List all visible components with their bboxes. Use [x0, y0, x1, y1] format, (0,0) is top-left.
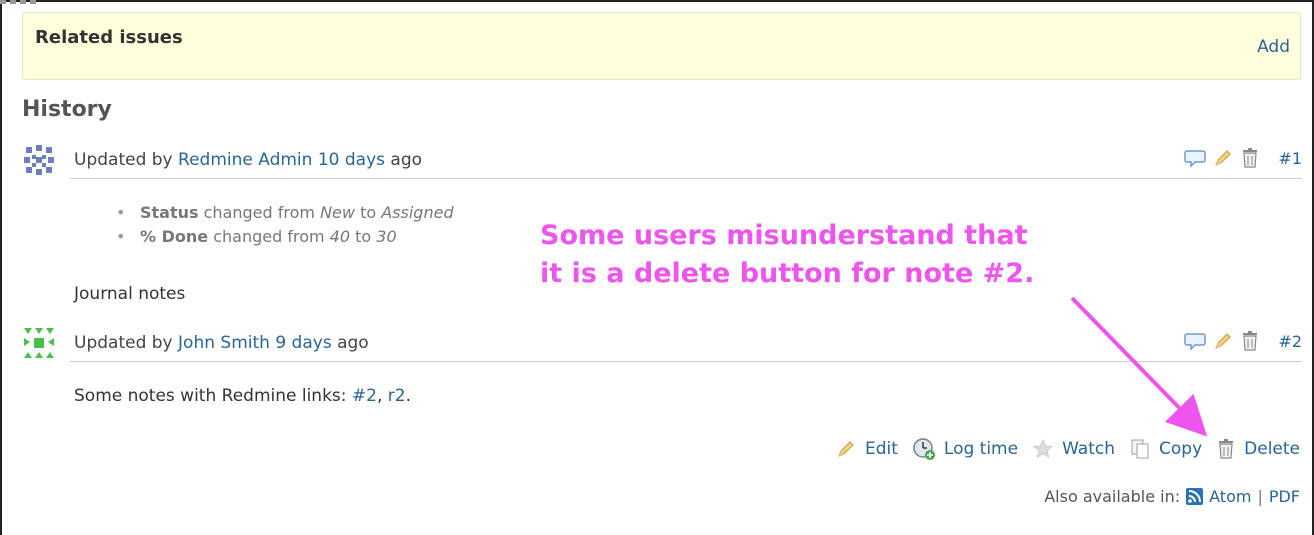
annotation-text: Some users misunderstand that it is a de…: [540, 217, 1034, 293]
annotation-line-2: it is a delete button for note #2.: [540, 258, 1035, 289]
detail-old-value: New: [320, 203, 355, 222]
journal-byline: Updated by Redmine Admin 10 days ago: [74, 150, 422, 170]
atom-link[interactable]: Atom: [1209, 487, 1251, 506]
detail-changed-from: changed from: [213, 227, 325, 246]
trash-icon[interactable]: [1240, 330, 1260, 352]
journal-details: • Status changed from New to Assigned • …: [116, 201, 454, 249]
trash-icon[interactable]: [1240, 147, 1260, 169]
add-related-link[interactable]: Add: [1257, 37, 1290, 57]
log-time-action[interactable]: Log time: [912, 437, 1018, 461]
copy-link[interactable]: Copy: [1159, 439, 1202, 459]
detail-new-value: Assigned: [381, 203, 454, 222]
detail-field: Status: [140, 203, 199, 222]
author-link[interactable]: John Smith: [178, 333, 270, 353]
author-link[interactable]: Redmine Admin: [178, 150, 312, 170]
avatar: [22, 326, 56, 360]
window-top-strip: [0, 0, 40, 4]
pdf-link[interactable]: PDF: [1269, 487, 1300, 506]
journal-notes-1: Journal notes: [74, 284, 186, 304]
detail-to: to: [360, 203, 377, 222]
clock-icon: [913, 438, 935, 460]
watch-link[interactable]: Watch: [1062, 439, 1115, 459]
trash-icon: [1219, 439, 1234, 459]
revision-link[interactable]: r2: [388, 386, 406, 406]
bullet: •: [116, 227, 126, 246]
detail-item: • % Done changed from 40 to 30: [116, 225, 454, 249]
issue-action-bar: Edit Log time Watch Copy Delete: [835, 437, 1300, 461]
time-link[interactable]: 10 days: [318, 150, 385, 170]
log-time-link[interactable]: Log time: [944, 439, 1018, 459]
journal-number-link[interactable]: #1: [1278, 149, 1302, 168]
feed-icon: [1186, 488, 1204, 505]
notes-text: Some notes with Redmine links:: [74, 386, 347, 406]
edit-action[interactable]: Edit: [835, 438, 898, 460]
avatar: [22, 143, 56, 177]
related-issues-box: Related issues Add: [22, 12, 1301, 80]
detail-changed-from: changed from: [203, 203, 315, 222]
other-formats: Also available in: Atom | PDF: [1044, 487, 1300, 506]
journal-notes-2: Some notes with Redmine links: #2, r2.: [74, 386, 411, 406]
detail-new-value: 30: [376, 227, 397, 246]
time-suffix: ago: [337, 333, 369, 353]
related-issues-title: Related issues: [35, 27, 183, 48]
updated-by-label: Updated by: [74, 150, 173, 170]
detail-to: to: [355, 227, 372, 246]
pencil-icon[interactable]: [1212, 330, 1234, 352]
journal-header-2: Updated by John Smith 9 days ago #2: [22, 326, 1302, 362]
copy-icon: [1131, 439, 1149, 459]
notes-sep: ,: [376, 386, 383, 406]
detail-old-value: 40: [329, 227, 351, 246]
delete-link[interactable]: Delete: [1244, 439, 1300, 459]
watch-action[interactable]: Watch: [1032, 438, 1115, 460]
journal-header-1: Updated by Redmine Admin 10 days ago #1: [22, 143, 1302, 179]
formats-label: Also available in:: [1044, 487, 1181, 506]
copy-action[interactable]: Copy: [1129, 438, 1202, 460]
edit-link[interactable]: Edit: [865, 439, 898, 459]
detail-item: • Status changed from New to Assigned: [116, 201, 454, 225]
history-heading: History: [22, 97, 112, 122]
issue-link[interactable]: #2: [352, 386, 377, 406]
journal-line: Updated by Redmine Admin 10 days ago #1: [70, 143, 1302, 179]
time-link[interactable]: 9 days: [275, 333, 331, 353]
journal-actions: #2: [1184, 330, 1302, 352]
journal-byline: Updated by John Smith 9 days ago: [74, 333, 369, 353]
pencil-icon[interactable]: [1212, 147, 1234, 169]
journal-line: Updated by John Smith 9 days ago #2: [70, 326, 1302, 362]
journal-number-link[interactable]: #2: [1278, 332, 1302, 351]
journal-actions: #1: [1184, 147, 1302, 169]
annotation-line-1: Some users misunderstand that: [540, 220, 1028, 251]
formats-separator: |: [1257, 487, 1263, 506]
detail-field: % Done: [140, 227, 209, 246]
updated-by-label: Updated by: [74, 333, 173, 353]
bullet: •: [116, 203, 126, 222]
quote-icon[interactable]: [1184, 330, 1207, 352]
pencil-icon: [838, 441, 854, 457]
star-icon: [1033, 438, 1054, 458]
quote-icon[interactable]: [1184, 147, 1207, 169]
delete-action[interactable]: Delete: [1216, 438, 1300, 460]
notes-end: .: [405, 386, 412, 406]
time-suffix: ago: [390, 150, 423, 170]
